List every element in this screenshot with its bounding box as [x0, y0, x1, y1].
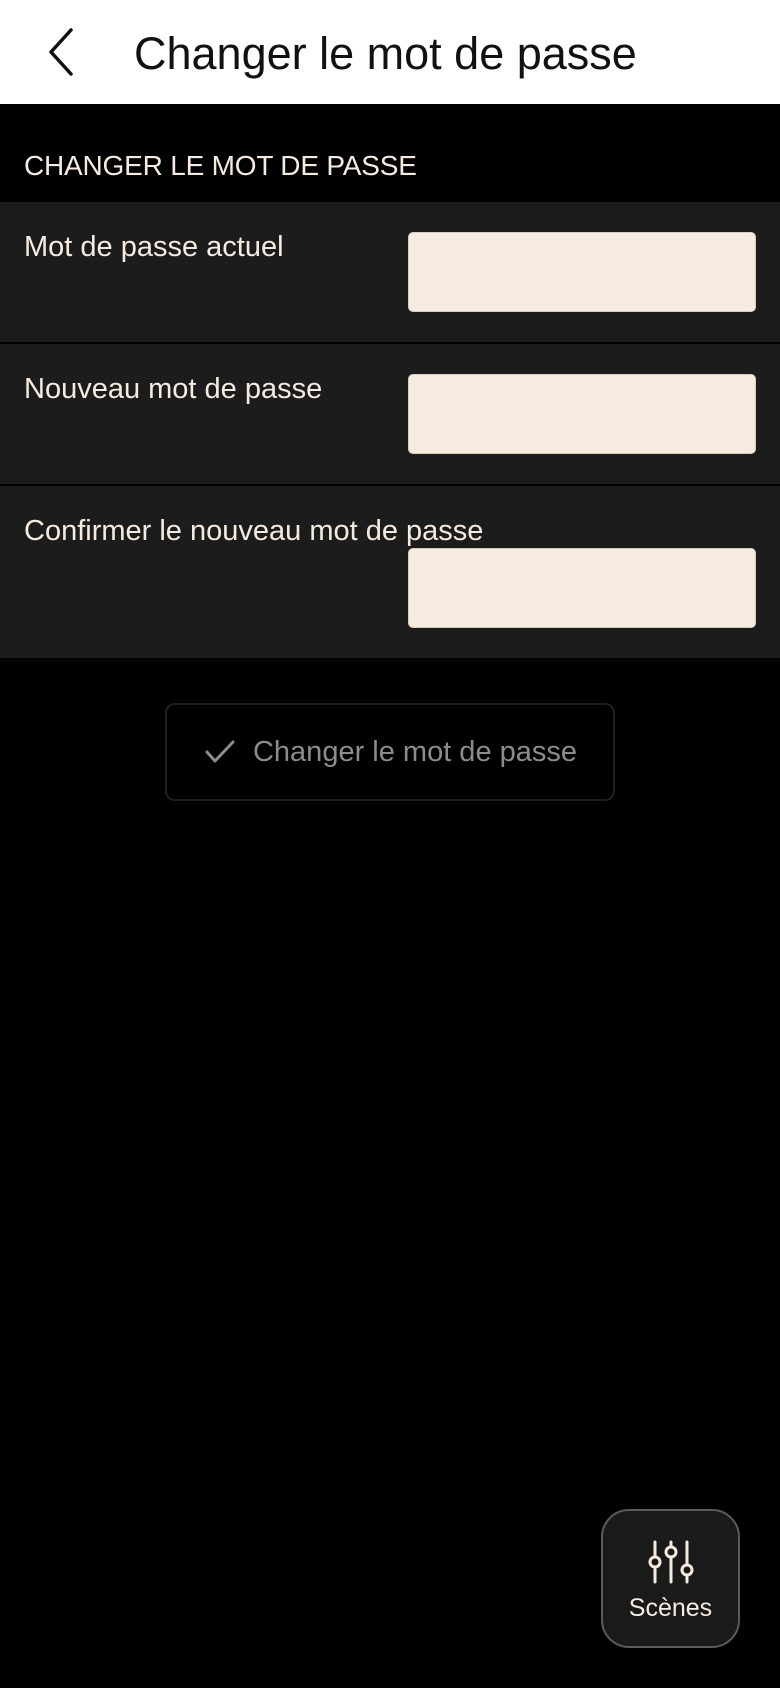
current-password-input[interactable] [408, 232, 756, 312]
check-icon [203, 735, 237, 769]
change-password-button[interactable]: Changer le mot de passe [165, 703, 615, 801]
confirm-password-row: Confirmer le nouveau mot de passe [0, 486, 780, 658]
app-bar: Changer le mot de passe [0, 0, 780, 104]
confirm-password-input[interactable] [408, 548, 756, 628]
section-title: CHANGER LE MOT DE PASSE [24, 150, 417, 181]
scenes-button[interactable]: Scènes [601, 1509, 740, 1648]
confirm-password-label: Confirmer le nouveau mot de passe [24, 515, 484, 547]
sliders-icon [648, 1540, 693, 1584]
change-password-button-label: Changer le mot de passe [252, 735, 578, 768]
current-password-row: Mot de passe actuel [0, 202, 780, 342]
current-password-label: Mot de passe actuel [24, 231, 284, 263]
page-title: Changer le mot de passe [134, 28, 637, 79]
new-password-row: Nouveau mot de passe [0, 344, 780, 484]
back-button[interactable] [34, 22, 90, 82]
new-password-input[interactable] [408, 374, 756, 454]
chevron-left-icon [49, 28, 73, 76]
scenes-label: Scènes [628, 1594, 713, 1622]
new-password-label: Nouveau mot de passe [24, 373, 323, 405]
